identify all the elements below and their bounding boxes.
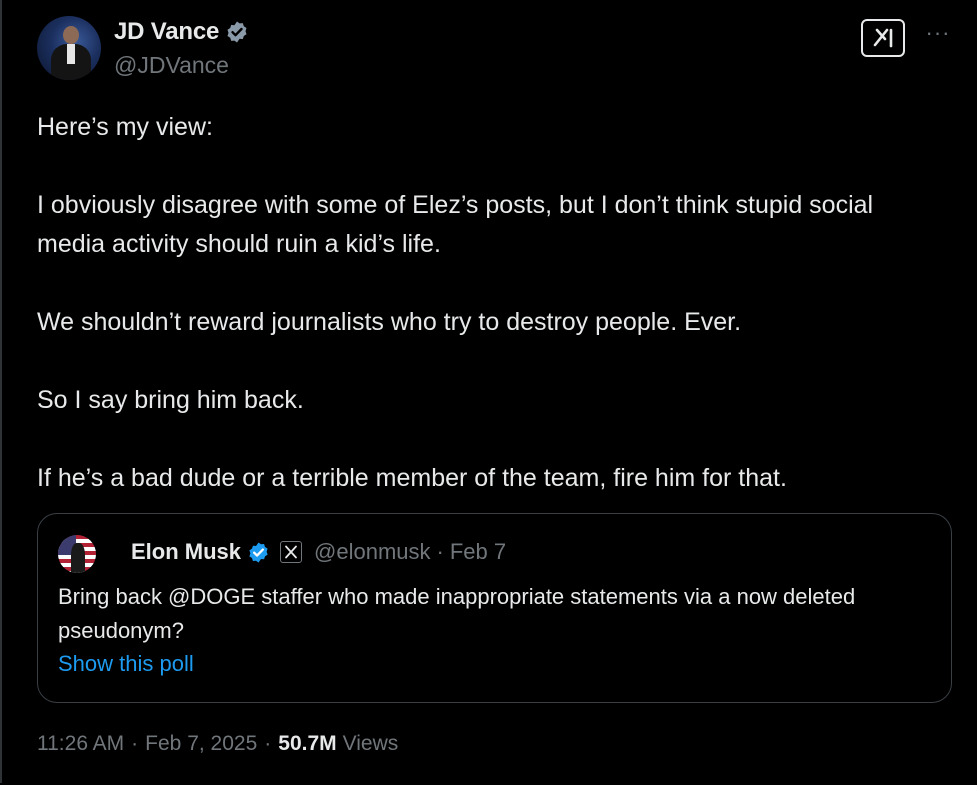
meta-separator: · xyxy=(131,732,139,755)
author-handle[interactable]: @JDVance xyxy=(114,52,229,79)
quote-author-row: Elon Musk @elonmusk · Feb 7 xyxy=(131,539,506,565)
quote-date[interactable]: Feb 7 xyxy=(450,539,506,565)
verified-badge-icon xyxy=(249,541,268,563)
quote-display-name[interactable]: Elon Musk xyxy=(131,539,241,565)
author-name-row: JD Vance xyxy=(114,18,249,46)
author-display-name[interactable]: JD Vance xyxy=(114,18,219,46)
views-label: Views xyxy=(342,732,399,755)
quote-handle[interactable]: @elonmusk xyxy=(314,539,431,565)
tweet-text: Here’s my view: I obviously disagree wit… xyxy=(37,108,937,498)
tweet-paragraph: Here’s my view: xyxy=(37,113,213,141)
more-icon[interactable]: ··· xyxy=(923,22,953,52)
quoted-tweet[interactable]: Elon Musk @elonmusk · Feb 7 Bring back @… xyxy=(37,513,952,703)
quote-separator: · xyxy=(436,539,444,564)
tweet-date[interactable]: Feb 7, 2025 xyxy=(145,732,257,756)
quote-text: Bring back @DOGE staffer who made inappr… xyxy=(58,584,856,643)
show-poll-link[interactable]: Show this poll xyxy=(58,651,194,677)
verified-badge-icon xyxy=(227,21,247,43)
grok-button[interactable] xyxy=(861,19,905,57)
tweet-frame: JD Vance @JDVance ··· Here’s my view: I … xyxy=(0,0,975,783)
tweet-paragraph: If he’s a bad dude or a terrible member … xyxy=(37,464,787,492)
tweet-paragraph: We shouldn’t reward journalists who try … xyxy=(37,308,742,336)
tweet-time[interactable]: 11:26 AM xyxy=(37,732,124,756)
avatar-figure-shirt xyxy=(67,44,75,64)
meta-separator: · xyxy=(264,732,272,755)
avatar-figure xyxy=(71,543,85,573)
x-logo-icon xyxy=(280,541,303,563)
grok-icon xyxy=(873,28,893,48)
avatar[interactable] xyxy=(37,16,101,80)
quote-avatar[interactable] xyxy=(58,535,96,573)
views-count: 50.7M xyxy=(278,732,337,755)
tweet-header: JD Vance @JDVance ··· xyxy=(37,14,957,84)
tweet-paragraph: I obviously disagree with some of Elez’s… xyxy=(37,191,874,258)
avatar-figure-head xyxy=(63,26,79,44)
tweet-paragraph: So I say bring him back. xyxy=(37,386,304,414)
tweet-meta: 11:26 AM · Feb 7, 2025 · 50.7M Views xyxy=(37,732,398,756)
